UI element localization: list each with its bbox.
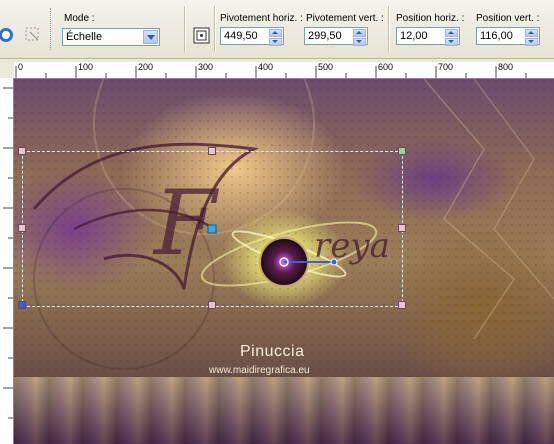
pivot-vert-value: 299,50 — [308, 30, 342, 42]
ruler-tick-label: 200 — [138, 62, 154, 72]
ruler-tick-label: 800 — [498, 62, 514, 72]
chevron-down-icon[interactable] — [143, 30, 158, 44]
pivot-vert-input[interactable]: 299,50 — [304, 27, 368, 46]
handle-middle-left[interactable] — [18, 224, 26, 232]
position-vert-stepper[interactable] — [525, 29, 538, 46]
pivot-horiz-label: Pivotement horiz. : — [220, 13, 303, 24]
vertical-ruler — [0, 78, 14, 444]
ruler-tick-label: 600 — [378, 62, 394, 72]
handle-bottom-left[interactable] — [18, 301, 26, 309]
handle-bottom-center[interactable] — [208, 301, 216, 309]
floor-reflection-overlay — [14, 377, 554, 444]
image-canvas[interactable]: F reya Pinuccia www.maidiregrafica.eu — [14, 79, 554, 444]
handle-top-center[interactable] — [208, 147, 216, 155]
position-horiz-input[interactable]: 12,00 — [396, 27, 460, 46]
handle-top-right[interactable] — [398, 147, 406, 155]
position-vert-value: 116,00 — [480, 30, 513, 42]
ruler-tick-label: 300 — [198, 62, 214, 72]
center-pivot-icon[interactable] — [193, 27, 211, 45]
ruler-tick-label: 500 — [318, 62, 334, 72]
pivot-vert-stepper[interactable] — [353, 29, 366, 46]
deform-bounding-box[interactable] — [22, 151, 403, 307]
pivot-horiz-value: 449,50 — [224, 30, 258, 42]
ruler-tick-label: 700 — [438, 62, 454, 72]
pivot-vert-label: Pivotement vert. : — [306, 13, 384, 24]
mode-label: Mode : — [64, 13, 95, 24]
toolbar-separator — [184, 6, 186, 52]
position-horiz-stepper[interactable] — [445, 29, 458, 46]
horizontal-ruler: 0 100 200 300 400 500 600 700 800 — [14, 62, 554, 79]
handle-top-left[interactable] — [18, 147, 26, 155]
ruler-tick-label: 0 — [18, 62, 24, 72]
pivot-horiz-input[interactable]: 449,50 — [220, 27, 284, 46]
mode-select[interactable]: Échelle — [62, 28, 160, 46]
position-vert-input[interactable]: 116,00 — [476, 27, 540, 46]
toolbar-separator — [214, 6, 216, 52]
position-horiz-label: Position horiz. : — [396, 13, 465, 24]
deform-tool-icon[interactable] — [24, 26, 42, 44]
position-horiz-value: 12,00 — [400, 30, 428, 42]
toolbar-separator — [388, 6, 390, 52]
ruler-tick-label: 400 — [258, 62, 274, 72]
ruler-corner — [0, 62, 14, 78]
toolbar-grip — [50, 8, 54, 50]
watermark-url: www.maidiregrafica.eu — [209, 365, 310, 376]
handle-middle-right[interactable] — [398, 224, 406, 232]
handle-bottom-right[interactable] — [398, 301, 406, 309]
pivot-horiz-stepper[interactable] — [269, 29, 282, 46]
mode-select-value: Échelle — [66, 31, 103, 43]
position-vert-label: Position vert. : — [476, 13, 540, 24]
reset-icon[interactable] — [0, 26, 18, 44]
watermark-name: Pinuccia — [240, 343, 305, 360]
tool-options-bar: Mode : Échelle Pivotement horiz. : 449,5… — [0, 0, 554, 59]
ruler-tick-label: 100 — [78, 62, 94, 72]
